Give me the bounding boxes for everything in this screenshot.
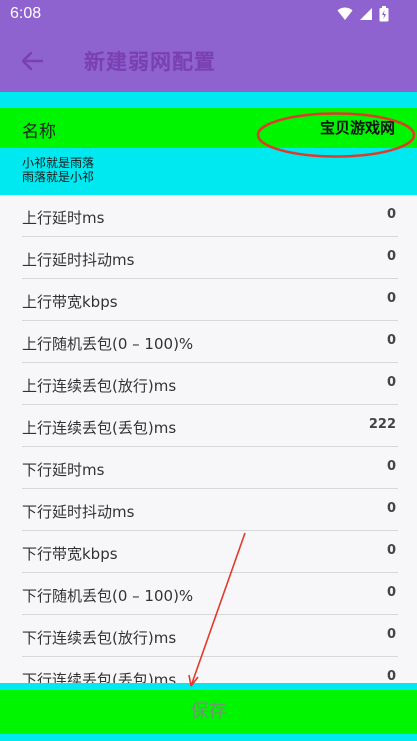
setting-value[interactable]: 0 [387, 249, 396, 264]
setting-value[interactable]: 0 [387, 333, 396, 348]
setting-row[interactable]: 下行延时抖动ms 0 [22, 489, 398, 531]
setting-value[interactable]: 0 [387, 627, 396, 642]
setting-value[interactable]: 0 [387, 543, 396, 558]
setting-value[interactable]: 0 [387, 375, 396, 390]
setting-label: 下行延时ms [22, 461, 105, 479]
setting-value[interactable]: 0 [387, 291, 396, 306]
status-bar: 6:08 [0, 0, 417, 30]
save-band-top [0, 683, 417, 690]
wifi-icon [337, 7, 353, 20]
settings-list[interactable]: 上行延时ms 0 上行延时抖动ms 0 上行带宽kbps 0 上行随机丢包(0 … [0, 195, 417, 683]
setting-row[interactable]: 下行随机丢包(0 – 100)% 0 [22, 573, 398, 615]
arrow-left-icon [21, 51, 44, 71]
setting-row[interactable]: 下行连续丢包(放行)ms 0 [22, 615, 398, 657]
page-title: 新建弱网配置 [84, 50, 216, 74]
setting-row[interactable]: 下行延时ms 0 [22, 447, 398, 489]
cellular-icon [360, 8, 372, 20]
setting-row[interactable]: 下行连续丢包(丢包)ms 0 [22, 657, 398, 683]
setting-label: 下行随机丢包(0 – 100)% [22, 587, 194, 605]
setting-value[interactable]: 222 [369, 417, 396, 432]
setting-label: 上行连续丢包(丢包)ms [22, 419, 177, 437]
status-time: 6:08 [10, 5, 42, 22]
setting-row[interactable]: 上行连续丢包(放行)ms 0 [22, 363, 398, 405]
setting-value[interactable]: 0 [387, 669, 396, 683]
setting-label: 下行连续丢包(放行)ms [22, 629, 177, 647]
status-icons [337, 6, 389, 22]
setting-label: 上行连续丢包(放行)ms [22, 377, 177, 395]
name-field-label: 名称 [22, 122, 56, 142]
description-line-1: 小祁就是雨落 [22, 156, 95, 170]
description: 小祁就是雨落 雨落就是小祁 [22, 156, 94, 184]
setting-label: 下行连续丢包(丢包)ms [22, 671, 177, 683]
battery-icon [379, 6, 389, 22]
setting-label: 上行随机丢包(0 – 100)% [22, 335, 194, 353]
setting-label: 下行延时抖动ms [22, 503, 135, 521]
back-button[interactable] [14, 45, 50, 77]
setting-row[interactable]: 下行带宽kbps 0 [22, 531, 398, 573]
setting-row[interactable]: 上行连续丢包(丢包)ms 222 [22, 405, 398, 447]
setting-value[interactable]: 0 [387, 501, 396, 516]
setting-label: 上行带宽kbps [22, 293, 118, 311]
app-bar: 新建弱网配置 [0, 30, 417, 92]
setting-row[interactable]: 上行延时抖动ms 0 [22, 237, 398, 279]
setting-row[interactable]: 上行延时ms 0 [22, 195, 398, 237]
setting-row[interactable]: 上行随机丢包(0 – 100)% 0 [22, 321, 398, 363]
setting-value[interactable]: 0 [387, 207, 396, 222]
annotation-ellipse [256, 112, 416, 158]
setting-value[interactable]: 0 [387, 459, 396, 474]
setting-label: 上行延时抖动ms [22, 251, 135, 269]
description-line-2: 雨落就是小祁 [22, 170, 95, 184]
setting-row[interactable]: 上行带宽kbps 0 [22, 279, 398, 321]
save-band-bottom [0, 734, 417, 741]
setting-label: 上行延时ms [22, 209, 105, 227]
setting-value[interactable]: 0 [387, 585, 396, 600]
setting-label: 下行带宽kbps [22, 545, 118, 563]
save-button[interactable]: 保存 [0, 690, 417, 734]
